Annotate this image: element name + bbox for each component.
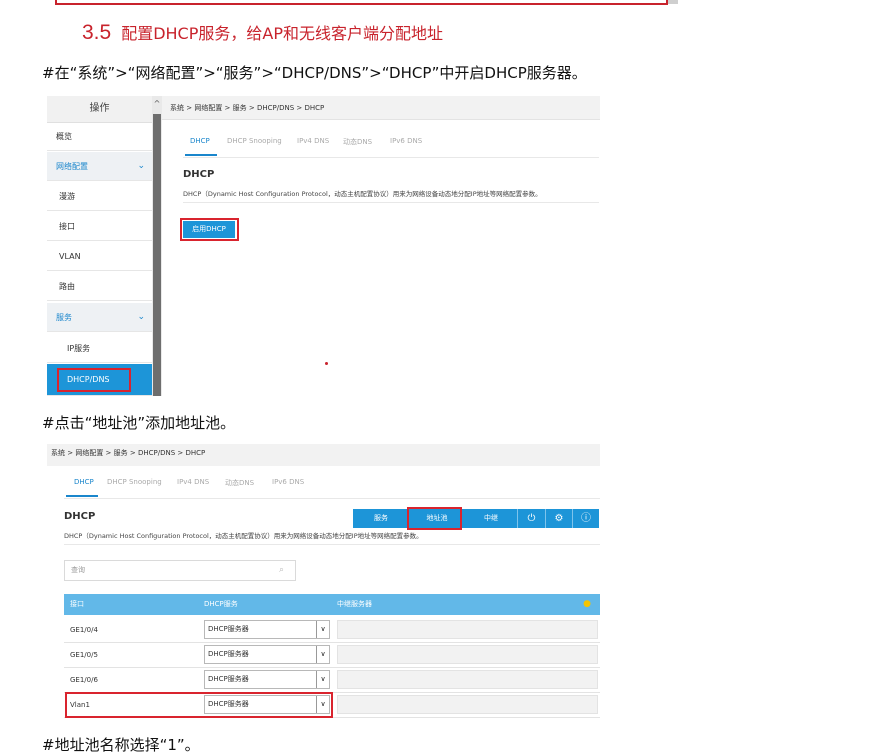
highlight-vlan1-row xyxy=(65,692,333,718)
sidebar-item-ip-services[interactable]: IP服务 xyxy=(47,334,152,363)
section-number: 3.5 xyxy=(82,21,112,44)
table-row: GE1/0/6 DHCP服务器 ∨ xyxy=(64,668,600,693)
highlight-address-pool xyxy=(407,507,462,530)
help-icon[interactable]: ⓘ xyxy=(573,509,599,528)
tab-ipv6-dns[interactable]: IPv6 DNS xyxy=(272,478,304,486)
instruction-1: #在“系统”>“网络配置”>“服务”>“DHCP/DNS”>“DHCP”中开启D… xyxy=(42,64,587,82)
select-value: DHCP服务器 xyxy=(208,675,249,683)
tab-divider xyxy=(64,498,600,499)
scrollbar-thumb[interactable] xyxy=(153,114,161,396)
sidebar-item-label: 服务 xyxy=(56,313,72,322)
dhcp-service-select[interactable]: DHCP服务器 ∨ xyxy=(204,670,330,689)
screenshot-enable-dhcp: 操作 概览 网络配置 ⌄ 漫游 接口 VLAN 路由 服务 ⌄ IP服务 DHC… xyxy=(47,96,600,396)
scroll-up-icon[interactable]: ^ xyxy=(152,99,162,108)
sidebar-item-roaming[interactable]: 漫游 xyxy=(47,182,152,211)
tab-ipv6-dns[interactable]: IPv6 DNS xyxy=(390,137,422,145)
dhcp-service-select[interactable]: DHCP服务器 ∨ xyxy=(204,645,330,664)
highlight-enable-dhcp xyxy=(180,218,239,241)
tab-dynamic-dns[interactable]: 动态DNS xyxy=(343,137,372,147)
instruction-2: #点击“地址池”添加地址池。 xyxy=(42,414,236,432)
relay-tab-button[interactable]: 中继 xyxy=(465,509,517,528)
relay-server-cell xyxy=(337,695,598,714)
interface-cell: GE1/0/4 xyxy=(70,626,98,634)
breadcrumb: 系统 > 网络配置 > 服务 > DHCP/DNS > DHCP xyxy=(47,444,600,466)
chevron-down-icon[interactable]: ∨ xyxy=(316,646,329,663)
top-gray-bar xyxy=(668,0,678,4)
tab-divider xyxy=(183,157,599,158)
sidebar-item-services[interactable]: 服务 ⌄ xyxy=(47,303,152,332)
active-tab-indicator xyxy=(185,154,217,156)
section-title: 配置DHCP服务，给AP和无线客户端分配地址 xyxy=(121,24,443,43)
table-row: GE1/0/5 DHCP服务器 ∨ xyxy=(64,643,600,668)
dhcp-service-select[interactable]: DHCP服务器 ∨ xyxy=(204,620,330,639)
sidebar-item-vlan[interactable]: VLAN xyxy=(47,242,152,271)
relay-server-cell xyxy=(337,645,598,664)
select-value: DHCP服务器 xyxy=(208,650,249,658)
tab-dhcp[interactable]: DHCP xyxy=(74,478,94,486)
column-header-interface: 接口 xyxy=(70,600,84,608)
chevron-down-icon: ⌄ xyxy=(137,312,145,322)
interface-cell: GE1/0/5 xyxy=(70,651,98,659)
column-header-relay-server: 中继服务器 xyxy=(337,600,372,608)
tab-dynamic-dns[interactable]: 动态DNS xyxy=(225,478,254,488)
breadcrumb: 系统 > 网络配置 > 服务 > DHCP/DNS > DHCP xyxy=(162,96,600,120)
tab-ipv4-dns[interactable]: IPv4 DNS xyxy=(297,137,329,145)
search-icon[interactable]: ⌕ xyxy=(279,565,284,575)
top-red-frame xyxy=(55,0,668,5)
sidebar-item-label: 网络配置 xyxy=(56,162,88,171)
sidebar-item-overview[interactable]: 概览 xyxy=(47,122,152,151)
relay-server-cell xyxy=(337,620,598,639)
sidebar: 操作 概览 网络配置 ⌄ 漫游 接口 VLAN 路由 服务 ⌄ IP服务 DHC… xyxy=(47,96,153,396)
chevron-down-icon[interactable]: ∨ xyxy=(316,621,329,638)
sidebar-item-routing[interactable]: 路由 xyxy=(47,272,152,301)
power-icon[interactable]: ⏻ xyxy=(518,509,545,528)
page-description: DHCP（Dynamic Host Configuration Protocol… xyxy=(64,532,423,540)
page-description: DHCP（Dynamic Host Configuration Protocol… xyxy=(183,190,542,198)
service-tab-button[interactable]: 服务 xyxy=(353,509,409,528)
tab-ipv4-dns[interactable]: IPv4 DNS xyxy=(177,478,209,486)
gear-icon[interactable]: ⚙ xyxy=(546,509,572,528)
screenshot-address-pool: 系统 > 网络配置 > 服务 > DHCP/DNS > DHCP DHCP DH… xyxy=(47,444,600,720)
instruction-3: #地址池名称选择“1”。 xyxy=(42,736,200,754)
page-title: DHCP xyxy=(183,169,215,180)
content-divider xyxy=(64,544,600,545)
stray-red-dot xyxy=(325,362,328,365)
search-input[interactable]: 查询 xyxy=(64,560,296,581)
tab-dhcp-snooping[interactable]: DHCP Snooping xyxy=(107,478,162,486)
active-tab-indicator xyxy=(66,495,98,497)
interface-cell: GE1/0/6 xyxy=(70,676,98,684)
sidebar-item-network-config[interactable]: 网络配置 ⌄ xyxy=(47,152,152,181)
page-title: DHCP xyxy=(64,511,96,522)
highlight-dhcp-dns xyxy=(57,368,131,392)
relay-server-cell xyxy=(337,670,598,689)
sidebar-title: 操作 xyxy=(47,96,152,123)
content-divider xyxy=(183,202,599,203)
tab-dhcp-snooping[interactable]: DHCP Snooping xyxy=(227,137,282,145)
table-header: 接口 DHCP服务 中继服务器 ● xyxy=(64,594,600,615)
tab-dhcp[interactable]: DHCP xyxy=(190,137,210,145)
table-row: GE1/0/4 DHCP服务器 ∨ xyxy=(64,618,600,643)
section-heading: 3.5 配置DHCP服务，给AP和无线客户端分配地址 xyxy=(82,20,443,45)
select-value: DHCP服务器 xyxy=(208,625,249,633)
column-header-dhcp-service: DHCP服务 xyxy=(204,600,238,608)
chevron-down-icon[interactable]: ∨ xyxy=(316,671,329,688)
chevron-down-icon: ⌄ xyxy=(137,161,145,171)
dhcp-toolbar: 服务 地址池 中继 ⏻ ⚙ ⓘ xyxy=(353,509,599,528)
bulb-icon: ● xyxy=(583,599,591,609)
sidebar-item-interface[interactable]: 接口 xyxy=(47,212,152,241)
